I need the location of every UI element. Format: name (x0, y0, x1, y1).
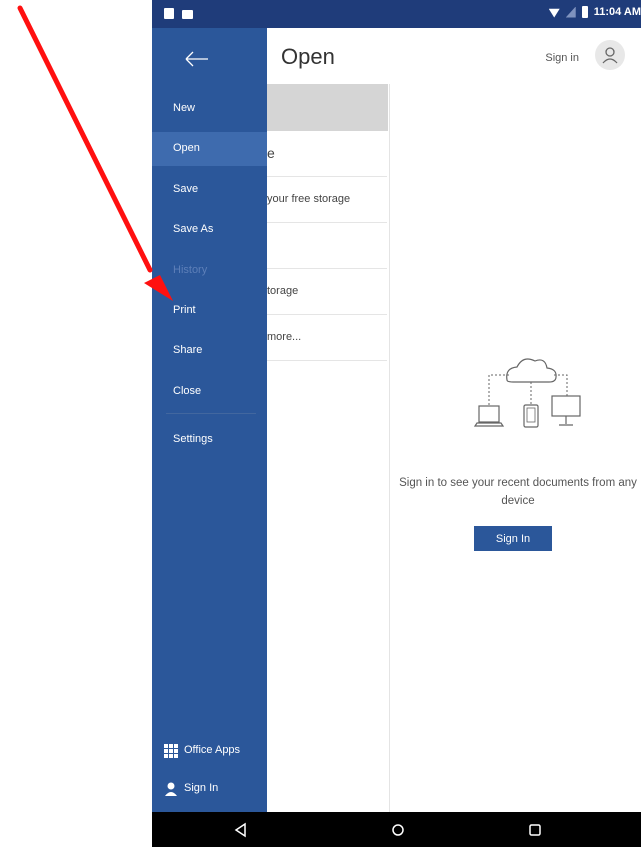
nav-item-share[interactable]: Share (152, 334, 267, 368)
office-apps-button[interactable]: Office Apps (152, 735, 267, 767)
nav-sign-in-button[interactable]: Sign In (152, 773, 267, 805)
nav-item-history: History (173, 264, 208, 276)
status-bar: 11:04 AM (152, 0, 641, 28)
wifi-icon (548, 8, 560, 18)
backstage-nav: New Open Save Save As History Print Shar… (152, 28, 267, 812)
back-button[interactable] (178, 44, 218, 74)
sign-in-button[interactable]: Sign In (474, 526, 552, 551)
places-list: e your free storage torage more... (267, 84, 390, 812)
page-title: Open (281, 44, 335, 69)
account-avatar[interactable] (595, 40, 625, 70)
signal-icon (565, 6, 576, 18)
place-item-selected[interactable] (267, 84, 388, 131)
system-nav-bar (152, 812, 641, 847)
notification-icon (164, 8, 174, 19)
place-item[interactable]: more... (267, 315, 387, 361)
nav-item-close[interactable]: Close (152, 375, 267, 409)
recents-square-icon[interactable] (526, 821, 544, 839)
person-icon (165, 782, 177, 796)
header-signin-link[interactable]: Sign in (545, 52, 579, 64)
status-time: 11:04 AM (593, 6, 641, 18)
nav-item-open[interactable]: Open (152, 132, 267, 166)
home-circle-icon[interactable] (389, 821, 407, 839)
nav-item-settings[interactable]: Settings (152, 423, 267, 457)
open-content-pane: Open Sign in e your free storage torage … (267, 28, 641, 812)
cloud-devices-icon (473, 358, 581, 428)
back-triangle-icon[interactable] (232, 821, 250, 839)
nav-item-print[interactable]: Print (152, 294, 267, 328)
status-indicators: 11:04 AM (548, 6, 641, 18)
grid-icon (164, 744, 178, 758)
notification-icon (182, 10, 193, 19)
nav-item-save[interactable]: Save (152, 173, 267, 207)
device-screen: 11:04 AM Open Sign in e your free storag… (152, 0, 641, 847)
arrow-left-icon (185, 51, 208, 67)
nav-item-new[interactable]: New (152, 92, 267, 126)
nav-item-save-as[interactable]: Save As (152, 213, 267, 247)
place-item[interactable] (267, 223, 387, 269)
person-icon (602, 47, 618, 64)
place-item[interactable]: your free storage (267, 177, 387, 223)
battery-icon (581, 6, 588, 18)
status-notifications (164, 8, 193, 19)
place-item[interactable]: e (267, 131, 387, 177)
empty-state-message: Sign in to see your recent documents fro… (399, 477, 637, 507)
place-item[interactable]: torage (267, 269, 387, 315)
nav-divider (166, 413, 256, 414)
